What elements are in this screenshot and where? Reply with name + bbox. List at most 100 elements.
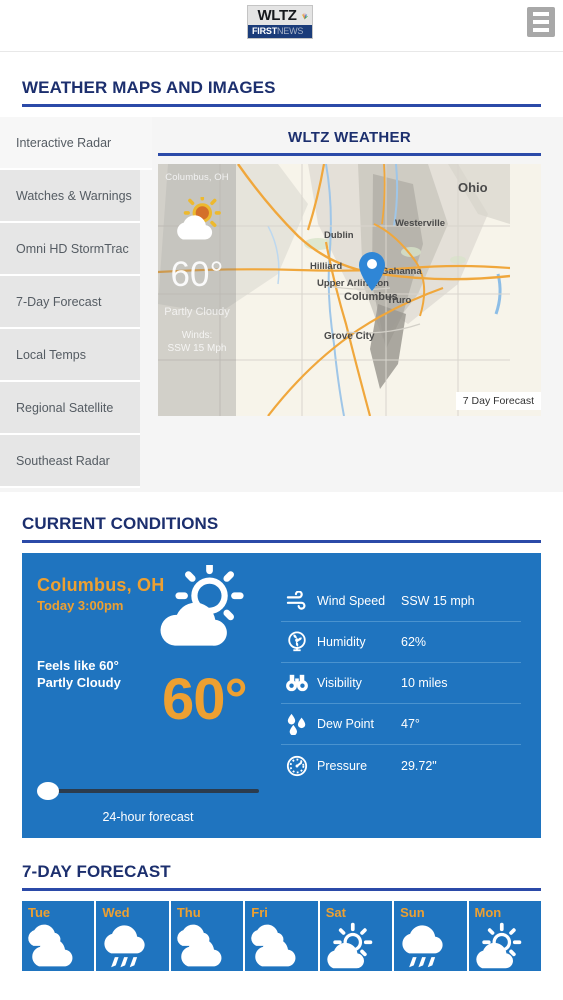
binoculars-icon <box>281 673 313 693</box>
partly-cloudy-icon <box>249 921 301 969</box>
logo-sub-row: FIRST NEWS <box>248 25 312 38</box>
hourly-forecast-slider[interactable] <box>37 782 259 800</box>
forecast-day-name: Fri <box>251 905 268 920</box>
sun-behind-cloud-icon <box>170 197 224 243</box>
nbc-peacock-icon <box>301 12 309 20</box>
svg-text:Gahanna: Gahanna <box>381 266 422 277</box>
humidity-icon <box>281 631 313 653</box>
sun-behind-cloud-icon <box>150 561 246 661</box>
hamburger-bar <box>533 28 549 32</box>
gauge-icon <box>281 755 313 777</box>
overlay-wind-value: SSW 15 Mph <box>167 342 227 354</box>
tab-label: Watches & Warnings <box>16 188 132 203</box>
metric-row-wind-speed: Wind Speed SSW 15 mph <box>281 581 521 622</box>
tab-label: Local Temps <box>16 347 86 362</box>
map-panel-title: WLTZ WEATHER <box>287 129 411 146</box>
forecast-day-wed[interactable]: Wed <box>96 901 169 971</box>
sun-behind-cloud-icon <box>324 921 376 969</box>
svg-text:Ohio: Ohio <box>458 180 488 195</box>
forecast-days-row: Tue Wed Thu Fri Sat Sun Mon <box>22 901 541 971</box>
forecast-day-mon[interactable]: Mon <box>468 901 541 971</box>
current-conditions-card-wrap: Columbus, OH Today 3:00pm Feels like 60°… <box>0 553 563 838</box>
logo-brand-text: WLTZ <box>257 7 297 24</box>
forecast-day-tue[interactable]: Tue <box>22 901 95 971</box>
current-conditions-section: CURRENT CONDITIONS <box>0 492 563 543</box>
tab-omni-hd-stormtrac[interactable]: Omni HD StormTrac <box>0 223 140 276</box>
tab-southeast-radar[interactable]: Southeast Radar <box>0 435 140 488</box>
metric-row-visibility: Visibility 10 miles <box>281 663 521 704</box>
maps-tab-panel: WLTZ WEATHER Ohio Westerville Dublin Gah… <box>140 117 563 492</box>
svg-text:Dublin: Dublin <box>324 230 354 241</box>
overlay-temperature: 60° <box>170 255 224 294</box>
panel-divider <box>158 153 541 156</box>
metric-value: 10 miles <box>401 676 448 690</box>
metric-label: Dew Point <box>317 717 374 731</box>
tab-label: Regional Satellite <box>16 400 114 415</box>
svg-text:Westerville: Westerville <box>395 218 445 229</box>
weather-maps-title: WEATHER MAPS AND IMAGES <box>22 78 276 97</box>
forecast-title: 7-DAY FORECAST <box>22 862 171 881</box>
metric-value: SSW 15 mph <box>401 594 475 608</box>
wltz-logo[interactable]: WLTZ FIRST NEWS <box>247 5 313 39</box>
metric-value: 62% <box>401 635 427 649</box>
forecast-day-name: Tue <box>28 905 51 920</box>
tab-local-temps[interactable]: Local Temps <box>0 329 140 382</box>
forecast-day-thu[interactable]: Thu <box>170 901 244 971</box>
current-conditions-metrics: Wind Speed SSW 15 mph Humidity 62% Visib… <box>277 553 541 838</box>
overlay-condition: Partly Cloudy <box>164 306 230 318</box>
maps-panel: Interactive Radar Watches & Warnings Omn… <box>0 117 563 492</box>
forecast-day-sun[interactable]: Sun <box>394 901 467 971</box>
section-divider <box>22 888 541 891</box>
svg-text:Hilliard: Hilliard <box>310 261 342 272</box>
forecast-day-name: Thu <box>176 905 201 920</box>
tab-interactive-radar[interactable]: Interactive Radar <box>0 117 152 170</box>
partly-cloudy-icon <box>26 921 78 969</box>
current-conditions-card: Columbus, OH Today 3:00pm Feels like 60°… <box>22 553 541 838</box>
tab-label: Southeast Radar <box>16 453 110 468</box>
current-conditions-title: CURRENT CONDITIONS <box>22 514 219 533</box>
interactive-radar-map[interactable]: Ohio Westerville Dublin Gahanna Hilliard… <box>158 164 541 416</box>
hamburger-bar <box>533 12 549 16</box>
slider-label: 24-hour forecast <box>102 810 194 824</box>
site-header: WLTZ FIRST NEWS <box>0 0 563 52</box>
metric-value: 29.72" <box>401 758 437 773</box>
slider-track <box>47 789 259 793</box>
logo-brand-row: WLTZ <box>248 6 312 25</box>
svg-text:Grove City: Grove City <box>324 331 375 342</box>
metric-row-dew-point: Dew Point 47° <box>281 704 521 745</box>
forecast-day-name: Wed <box>102 905 130 920</box>
hamburger-menu-icon[interactable] <box>527 7 555 37</box>
logo-news-text: NEWS <box>277 26 304 36</box>
sun-behind-cloud-icon <box>473 921 525 969</box>
forecast-day-sat[interactable]: Sat <box>319 901 393 971</box>
cc-temperature: 60° <box>162 667 248 732</box>
tab-label: 7-Day Forecast <box>16 294 102 309</box>
slider-handle[interactable] <box>37 782 59 800</box>
forecast-day-name: Sat <box>325 905 346 920</box>
metric-value: 47° <box>401 717 420 731</box>
map-seven-day-forecast-button[interactable]: 7 Day Forecast <box>455 392 541 410</box>
current-conditions-primary: Columbus, OH Today 3:00pm Feels like 60°… <box>22 553 277 838</box>
droplets-icon <box>281 713 313 735</box>
section-divider <box>22 540 541 543</box>
forecast-row-wrap: Tue Wed Thu Fri Sat Sun Mon <box>0 901 563 971</box>
metric-label: Wind Speed <box>317 594 386 608</box>
cc-condition: Partly Cloudy <box>37 675 121 691</box>
partly-cloudy-icon <box>175 921 227 969</box>
metric-row-humidity: Humidity 62% <box>281 622 521 663</box>
metric-label: Visibility <box>317 676 362 690</box>
cc-feels-like: Feels like 60° <box>37 657 119 673</box>
weather-maps-section: WEATHER MAPS AND IMAGES <box>0 52 563 107</box>
forecast-section: 7-DAY FORECAST <box>0 838 563 891</box>
tab-label: Interactive Radar <box>16 135 112 150</box>
metric-label: Pressure <box>317 758 368 773</box>
svg-text:Truro: Truro <box>387 295 411 306</box>
tab-watches-warnings[interactable]: Watches & Warnings <box>0 170 140 223</box>
tab-7-day-forecast[interactable]: 7-Day Forecast <box>0 276 140 329</box>
overlay-city: Columbus, OH <box>165 172 229 183</box>
metric-row-pressure: Pressure 29.72" <box>281 745 521 786</box>
rain-icon <box>398 921 450 969</box>
logo-first-text: FIRST <box>252 26 277 36</box>
forecast-day-fri[interactable]: Fri <box>245 901 318 971</box>
tab-regional-satellite[interactable]: Regional Satellite <box>0 382 140 435</box>
